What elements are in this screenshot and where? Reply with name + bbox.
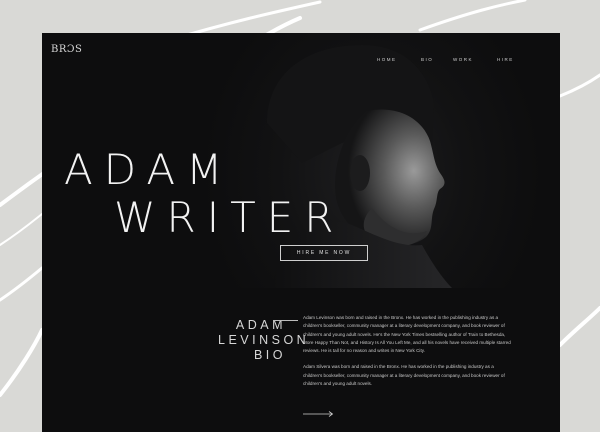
nav-item-work[interactable]: WORK bbox=[453, 57, 473, 62]
bio-divider bbox=[275, 320, 298, 321]
website-mockup: BRƆS HOME BIO WORK HIRE ADAM WRITER HIRE… bbox=[42, 33, 560, 432]
bio-paragraph-1: Adam Levinson was born and raised in the… bbox=[303, 315, 511, 354]
nav-item-hire[interactable]: HIRE bbox=[497, 57, 514, 62]
brand-logo[interactable]: BRƆS bbox=[51, 44, 82, 55]
hero-headline: ADAM WRITER bbox=[64, 146, 344, 242]
bio-body: Adam Levinson was born and raised in the… bbox=[303, 314, 511, 396]
bio-heading-line-3: BIO bbox=[253, 348, 286, 362]
nav-item-home[interactable]: HOME bbox=[377, 57, 397, 62]
hero-section: BRƆS HOME BIO WORK HIRE ADAM WRITER HIRE… bbox=[42, 33, 560, 288]
top-navigation: HOME BIO WORK HIRE bbox=[42, 57, 560, 67]
arrow-right-icon[interactable] bbox=[303, 410, 334, 418]
bio-heading-line-2: LEVINSON bbox=[218, 333, 310, 347]
bio-paragraph-2: Adam Silvera was born and raised in the … bbox=[303, 364, 505, 387]
hire-me-button[interactable]: HIRE ME NOW bbox=[280, 245, 368, 261]
bio-heading: ADAM LEVINSON BIO bbox=[218, 318, 310, 363]
headline-line-2: WRITER bbox=[114, 193, 345, 242]
nav-item-bio[interactable]: BIO bbox=[421, 57, 433, 62]
headline-line-1: ADAM bbox=[64, 145, 234, 194]
